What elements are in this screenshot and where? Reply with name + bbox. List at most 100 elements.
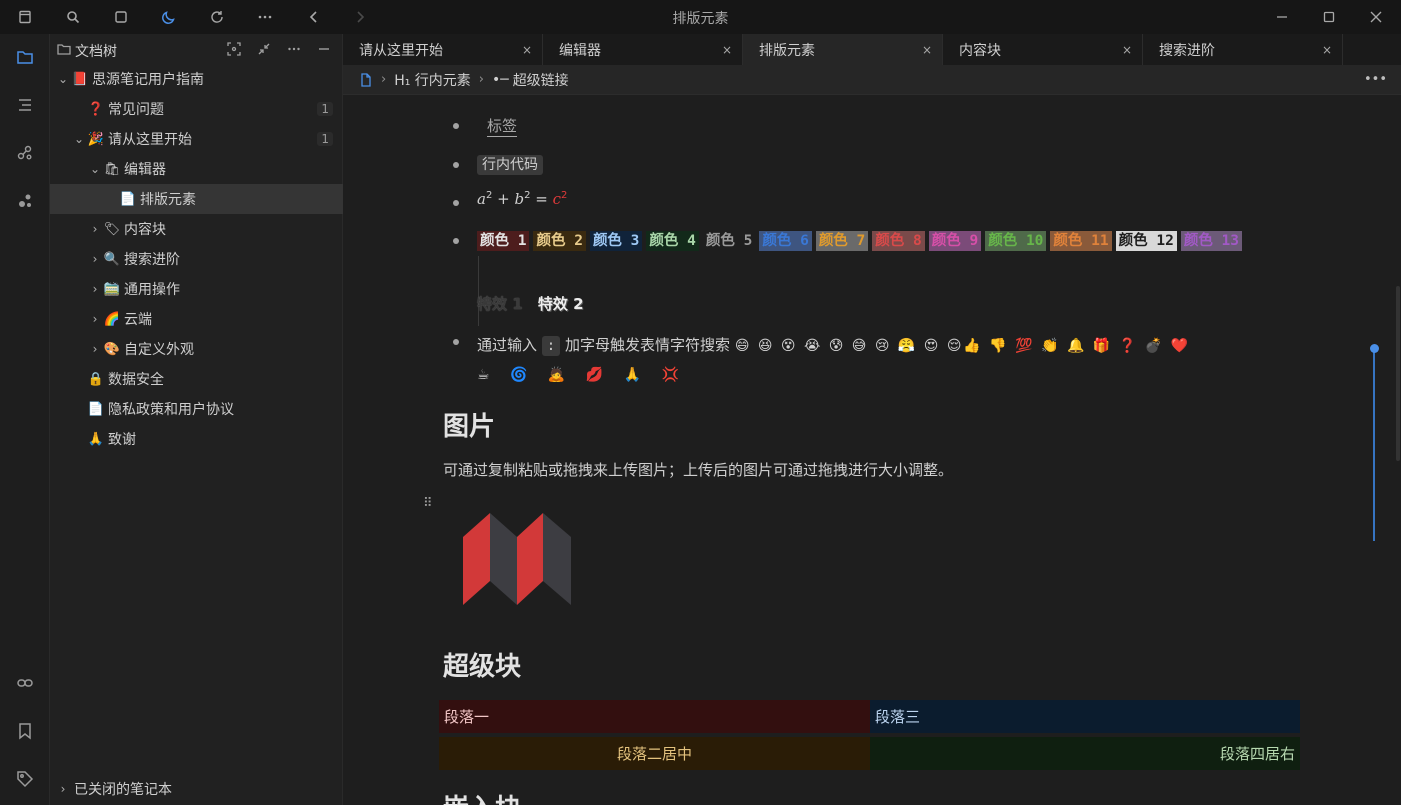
close-icon[interactable]: × xyxy=(722,43,732,57)
doc-emoji-icon[interactable]: 🚞 xyxy=(102,282,122,297)
tab-advanced-search[interactable]: 搜索进阶 × xyxy=(1143,34,1343,65)
tab-typography[interactable]: 排版元素 × xyxy=(743,34,943,65)
bookmark-icon[interactable] xyxy=(14,720,36,742)
doc-emoji-icon[interactable]: 📄 xyxy=(86,402,106,417)
tab-editor[interactable]: 编辑器 × xyxy=(543,34,743,65)
doc-emoji-icon[interactable]: 🌈 xyxy=(102,312,122,327)
chevron-right-icon[interactable]: › xyxy=(88,312,102,326)
tab-label: 编辑器 xyxy=(559,42,601,59)
drag-handle-icon[interactable]: ⠿ xyxy=(423,497,433,510)
tree-item[interactable]: › 🚞 通用操作 xyxy=(50,274,343,304)
heading-embed: 嵌入块 xyxy=(443,788,521,805)
tree-item-label: 搜索进阶 xyxy=(124,252,180,268)
tree-item[interactable]: ❓ 常见问题 1 xyxy=(50,94,343,124)
emoji-list-item: 通过输入 : 加字母触发表情字符搜索 😄 😆 😵 😭 😰 😅 😢 😤 😍 😌👍 … xyxy=(477,331,1307,389)
graph-icon[interactable] xyxy=(14,142,36,164)
chevron-right-icon[interactable]: › xyxy=(88,342,102,356)
math-formula[interactable]: a2 + b2 = c2 xyxy=(477,190,567,208)
tree-item[interactable]: ⌄ 🎉 请从这里开始 1 xyxy=(50,124,343,154)
doc-emoji-icon[interactable]: 🏷 xyxy=(102,222,122,237)
tag-element[interactable]: 标签 xyxy=(487,117,517,135)
tab-start-here[interactable]: 请从这里开始 × xyxy=(343,34,543,65)
paragraph-two-center[interactable]: 段落二居中 xyxy=(439,737,870,770)
color-sample: 颜色 10 xyxy=(985,231,1047,251)
emoji-desc: 加字母触发表情字符搜索 xyxy=(565,336,731,354)
color-sample: 颜色 5 xyxy=(705,233,753,249)
focus-icon[interactable] xyxy=(226,41,242,57)
closed-notebooks[interactable]: › 已关闭的笔记本 xyxy=(50,777,172,801)
folder-icon xyxy=(56,41,72,57)
title-bar: 排版元素 xyxy=(0,0,1401,34)
close-icon[interactable]: × xyxy=(1322,43,1332,57)
close-icon[interactable] xyxy=(1367,8,1385,26)
tree-item[interactable]: › 🏷 内容块 xyxy=(50,214,343,244)
tree-item[interactable]: › 🌈 云端 xyxy=(50,304,343,334)
emoji-key: : xyxy=(541,336,561,356)
tree-more-icon[interactable] xyxy=(286,41,302,57)
breadcrumb-list-item[interactable]: 超级链接 xyxy=(513,70,569,90)
doc-emoji-icon[interactable]: 🔒 xyxy=(86,372,106,387)
more-icon[interactable]: ••• xyxy=(1364,72,1387,87)
doc-emoji-icon[interactable]: ❓ xyxy=(86,102,106,117)
tree-item[interactable]: › 🎨 自定义外观 xyxy=(50,334,343,364)
backlink-icon[interactable] xyxy=(14,672,36,694)
tree-item[interactable]: › 🔍 搜索进阶 xyxy=(50,244,343,274)
doc-emoji-icon[interactable]: 🙏 xyxy=(86,432,106,447)
paragraph-four-right[interactable]: 段落四居右 xyxy=(870,737,1300,770)
chevron-right-icon[interactable]: › xyxy=(88,252,102,266)
scroll-position-dot[interactable] xyxy=(1370,344,1379,353)
chevron-right-icon: › xyxy=(381,72,387,87)
maximize-icon[interactable] xyxy=(1320,8,1338,26)
tree-item-label: 编辑器 xyxy=(124,162,166,178)
tab-bar: 请从这里开始 × 编辑器 × 排版元素 × 内容块 × 搜索进阶 × xyxy=(343,34,1401,65)
color-sample: 颜色 12 xyxy=(1115,231,1177,251)
collapse-all-icon[interactable] xyxy=(256,41,272,57)
siyuan-logo-image[interactable] xyxy=(463,513,571,605)
file-tree-icon[interactable] xyxy=(14,46,36,68)
tree-item-label: 请从这里开始 xyxy=(108,132,192,148)
chevron-down-icon[interactable]: ⌄ xyxy=(88,162,102,176)
chevron-down-icon[interactable]: ⌄ xyxy=(72,132,86,146)
close-icon[interactable]: × xyxy=(922,43,932,57)
tree-item-label: 云端 xyxy=(124,312,152,328)
doc-emoji-icon[interactable]: 📄 xyxy=(118,192,138,207)
paragraph-one[interactable]: 段落一 xyxy=(439,700,870,733)
doc-emoji-icon[interactable]: 🛍 xyxy=(102,162,122,177)
chevron-right-icon[interactable]: › xyxy=(88,282,102,296)
window-title: 排版元素 xyxy=(672,11,729,27)
math-plus: + xyxy=(497,190,510,208)
doc-icon[interactable] xyxy=(359,72,373,87)
doc-emoji-icon[interactable]: 🎉 xyxy=(86,132,106,147)
tree-item[interactable]: 🙏 致谢 xyxy=(50,424,343,454)
list-item: 标签 xyxy=(487,115,517,136)
chevron-down-icon[interactable]: ⌄ xyxy=(56,72,70,86)
outline-icon[interactable] xyxy=(14,94,36,116)
doc-emoji-icon[interactable]: 📕 xyxy=(70,72,90,87)
emoji-set-1: 😄 😆 😵 😭 😰 😅 😢 😤 😍 😌👍 👎 💯 👏 🔔 🎁 ❓ 💣 ❤️ xyxy=(734,338,1190,354)
doc-emoji-icon[interactable]: 🔍 xyxy=(102,252,122,267)
list-item-icon: •─ xyxy=(492,71,509,88)
tree-item[interactable]: 📄 隐私政策和用户协议 xyxy=(50,394,343,424)
scrollbar[interactable] xyxy=(1396,286,1400,461)
paragraph-three[interactable]: 段落三 xyxy=(870,700,1300,733)
effect-1: 特效 1 xyxy=(477,295,523,313)
tag-icon[interactable] xyxy=(14,768,36,790)
chevron-right-icon[interactable]: › xyxy=(88,222,102,236)
tree-item[interactable]: ⌄ 📕 思源笔记用户指南 xyxy=(50,64,343,94)
breadcrumb-heading[interactable]: H₁ 行内元素 xyxy=(394,70,471,90)
minimize-icon[interactable] xyxy=(1273,8,1291,26)
minimize-panel-icon[interactable] xyxy=(316,41,332,57)
tree-item[interactable]: ⌄ 🛍 编辑器 xyxy=(50,154,343,184)
global-graph-icon[interactable] xyxy=(14,190,36,212)
editor-content[interactable]: 标签 行内代码 a2 + b2 = c2 颜色 1 颜色 2 颜色 3 颜色 4 颜色 … xyxy=(343,96,1401,805)
close-icon[interactable]: × xyxy=(1122,43,1132,57)
doc-emoji-icon[interactable]: 🎨 xyxy=(102,342,122,357)
math-exp: 2 xyxy=(524,190,531,201)
tree-item[interactable]: 🔒 数据安全 xyxy=(50,364,343,394)
inline-code[interactable]: 行内代码 xyxy=(477,155,543,175)
tree-item[interactable]: 📄 排版元素 xyxy=(50,184,343,214)
tab-content-block[interactable]: 内容块 × xyxy=(943,34,1143,65)
chevron-right-icon: › xyxy=(478,72,484,87)
list-guide-line xyxy=(478,256,479,326)
close-icon[interactable]: × xyxy=(522,43,532,57)
